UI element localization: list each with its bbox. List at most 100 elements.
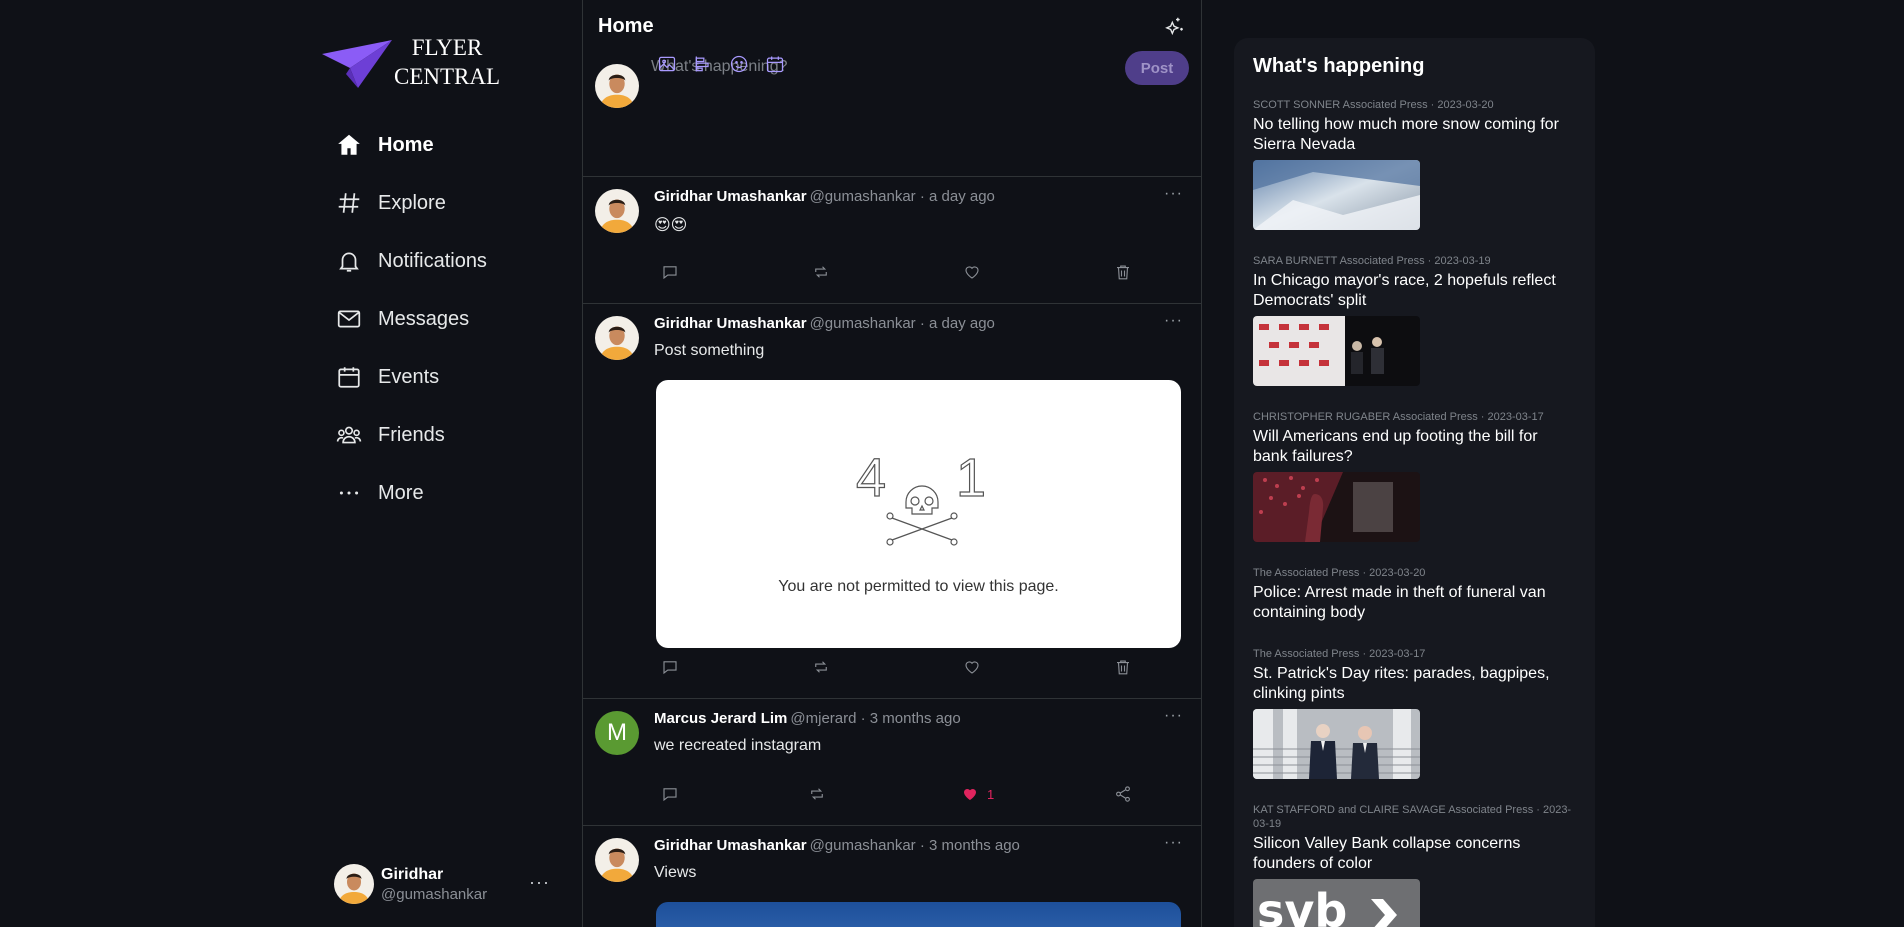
post-actions: 1 bbox=[661, 784, 1141, 804]
avatar[interactable] bbox=[595, 838, 639, 882]
post-item[interactable]: Giridhar Umashankar @gumashankar · a day … bbox=[583, 304, 1201, 699]
news-thumbnail bbox=[1253, 316, 1420, 386]
reply-icon[interactable] bbox=[661, 657, 679, 677]
calendar-icon bbox=[336, 364, 362, 390]
news-thumbnail bbox=[1253, 160, 1420, 230]
post-button[interactable]: Post bbox=[1125, 51, 1189, 85]
main-timeline: Home Post Giridhar Umashan bbox=[582, 0, 1202, 927]
more-options-icon[interactable]: ··· bbox=[1164, 834, 1183, 852]
news-meta: SARA BURNETT Associated Press · 2023-03-… bbox=[1253, 255, 1491, 267]
avatar[interactable] bbox=[595, 316, 639, 360]
post-author[interactable]: Giridhar Umashankar bbox=[654, 315, 807, 332]
repost-icon[interactable] bbox=[812, 262, 830, 282]
nav-item-explore[interactable]: Explore bbox=[336, 174, 566, 232]
skull-401-icon: 4 1 bbox=[856, 456, 986, 546]
nav-label: Events bbox=[378, 365, 440, 388]
whats-happening-panel: What's happening SCOTT SONNER Associated… bbox=[1234, 38, 1595, 927]
bell-icon bbox=[336, 248, 362, 274]
post-meta: @mjerard · 3 months ago bbox=[790, 710, 961, 727]
news-title: Police: Arrest made in theft of funeral … bbox=[1253, 584, 1546, 621]
post-header: Giridhar Umashankar @gumashankar · a day … bbox=[654, 188, 995, 205]
reply-icon[interactable] bbox=[661, 784, 679, 804]
main-nav: Home Explore Notifications Messages Even… bbox=[336, 116, 566, 522]
more-options-icon[interactable]: ··· bbox=[1164, 185, 1183, 203]
dots-icon bbox=[336, 480, 362, 506]
news-item[interactable]: KAT STAFFORD and CLAIRE SAVAGE Associate… bbox=[1253, 803, 1576, 927]
post-author[interactable]: Marcus Jerard Lim bbox=[654, 710, 787, 727]
code-left: 4 bbox=[856, 456, 886, 508]
paper-plane-icon bbox=[322, 40, 392, 88]
more-options-icon[interactable]: ··· bbox=[529, 872, 550, 893]
heart-icon[interactable] bbox=[963, 657, 981, 677]
share-icon[interactable] bbox=[1114, 784, 1132, 804]
nav-item-messages[interactable]: Messages bbox=[336, 290, 566, 348]
emoji-icon[interactable] bbox=[729, 53, 765, 75]
post-header: Giridhar Umashankar @gumashankar · a day … bbox=[654, 315, 995, 332]
repost-icon[interactable] bbox=[812, 657, 830, 677]
users-icon bbox=[336, 422, 362, 448]
nav-label: Messages bbox=[378, 307, 470, 330]
post-image[interactable] bbox=[656, 902, 1181, 927]
post-item[interactable]: M Marcus Jerard Lim @mjerard · 3 months a… bbox=[583, 699, 1201, 826]
news-title: Will Americans end up footing the bill f… bbox=[1253, 428, 1538, 465]
panel-title: What's happening bbox=[1253, 55, 1425, 77]
poll-icon[interactable] bbox=[693, 53, 729, 75]
trash-icon[interactable] bbox=[1114, 262, 1132, 282]
nav-item-more[interactable]: More bbox=[336, 464, 566, 522]
more-options-icon[interactable]: ··· bbox=[1164, 312, 1183, 330]
news-title: No telling how much more snow coming for… bbox=[1253, 116, 1559, 153]
post-item[interactable]: Giridhar Umashankar @gumashankar · 3 mont… bbox=[583, 826, 1201, 927]
nav-label: More bbox=[378, 481, 424, 504]
error-message: You are not permitted to view this page. bbox=[778, 578, 1059, 595]
nav-item-notifications[interactable]: Notifications bbox=[336, 232, 566, 290]
avatar[interactable]: M bbox=[595, 711, 639, 755]
page-title: Home bbox=[598, 14, 654, 37]
post-text: Views bbox=[654, 864, 697, 881]
nav-item-friends[interactable]: Friends bbox=[336, 406, 566, 464]
brand-logo[interactable]: FLYER CENTRAL bbox=[320, 30, 510, 94]
schedule-icon[interactable] bbox=[765, 53, 801, 75]
post-text: Post something bbox=[654, 342, 765, 359]
news-item[interactable]: CHRISTOPHER RUGABER Associated Press · 2… bbox=[1253, 410, 1576, 542]
news-item[interactable]: SCOTT SONNER Associated Press · 2023-03-… bbox=[1253, 98, 1576, 230]
news-item[interactable]: SARA BURNETT Associated Press · 2023-03-… bbox=[1253, 254, 1576, 386]
news-thumbnail: svb bbox=[1253, 879, 1420, 927]
repost-icon[interactable] bbox=[808, 784, 826, 804]
image-icon[interactable] bbox=[657, 53, 693, 75]
news-meta: The Associated Press · 2023-03-17 bbox=[1253, 648, 1426, 660]
post-author[interactable]: Giridhar Umashankar bbox=[654, 837, 807, 854]
post-actions bbox=[661, 262, 1141, 282]
account-handle: @gumashankar bbox=[381, 885, 488, 903]
post-meta: @gumashankar · a day ago bbox=[809, 315, 995, 332]
nav-label: Explore bbox=[378, 191, 446, 214]
post-meta: @gumashankar · a day ago bbox=[809, 188, 995, 205]
post-text: we recreated instagram bbox=[654, 737, 822, 754]
brand-name: FLYER CENTRAL bbox=[394, 33, 500, 91]
nav-label: Notifications bbox=[378, 249, 487, 272]
embedded-error-page[interactable]: 4 1 You are not permitted to view this p… bbox=[656, 380, 1181, 648]
post-item[interactable]: Giridhar Umashankar @gumashankar · a day … bbox=[583, 177, 1201, 304]
hashtag-icon bbox=[336, 190, 362, 216]
heart-filled-icon[interactable]: 1 bbox=[961, 784, 994, 804]
nav-item-events[interactable]: Events bbox=[336, 348, 566, 406]
more-options-icon[interactable]: ··· bbox=[1164, 707, 1183, 725]
trash-icon[interactable] bbox=[1114, 657, 1132, 677]
account-name: Giridhar bbox=[381, 865, 444, 883]
news-thumbnail bbox=[1253, 709, 1420, 779]
post-author[interactable]: Giridhar Umashankar bbox=[654, 188, 807, 205]
news-item[interactable]: The Associated Press · 2023-03-17 St. Pa… bbox=[1253, 647, 1576, 779]
sparkle-icon[interactable] bbox=[1165, 15, 1187, 37]
avatar bbox=[595, 64, 639, 108]
post-header: Giridhar Umashankar @gumashankar · 3 mont… bbox=[654, 837, 1020, 854]
account-switcher[interactable]: Giridhar @gumashankar ··· bbox=[334, 862, 574, 906]
news-item[interactable]: The Associated Press · 2023-03-20 Police… bbox=[1253, 566, 1576, 623]
news-title: Silicon Valley Bank collapse concerns fo… bbox=[1253, 835, 1521, 872]
news-thumbnail bbox=[1253, 472, 1420, 542]
heart-icon[interactable] bbox=[963, 262, 981, 282]
like-count: 1 bbox=[987, 786, 995, 802]
reply-icon[interactable] bbox=[661, 262, 679, 282]
nav-item-home[interactable]: Home bbox=[336, 116, 566, 174]
nav-label: Home bbox=[378, 133, 434, 156]
account-info: Giridhar @gumashankar bbox=[381, 866, 487, 903]
avatar[interactable] bbox=[595, 189, 639, 233]
